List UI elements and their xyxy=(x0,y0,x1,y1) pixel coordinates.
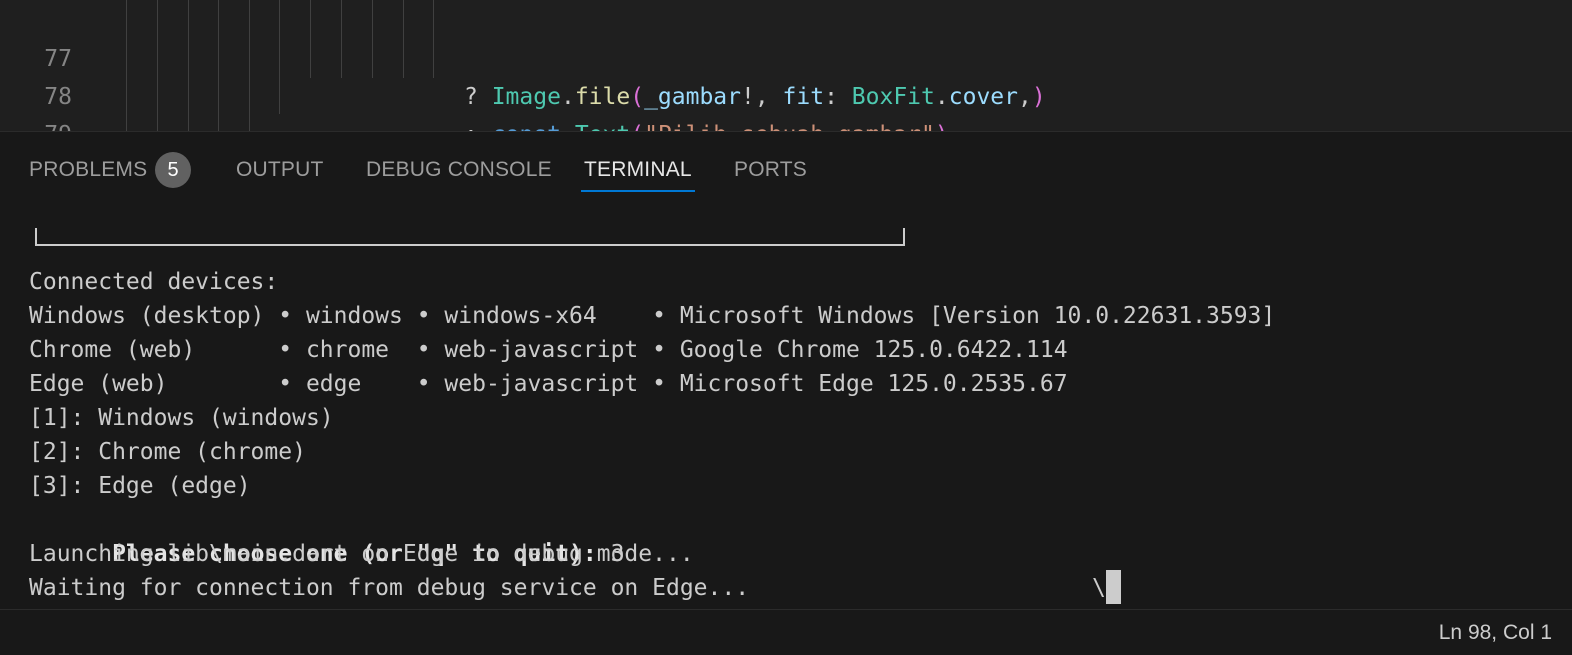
code-token: fit xyxy=(782,84,825,110)
code-text: ? Image.file(_gambar!, fit: BoxFit.cover… xyxy=(464,78,1046,116)
indent-guide xyxy=(126,0,127,131)
cursor-position-indicator[interactable]: Ln 98, Col 1 xyxy=(1439,610,1552,655)
code-token: const xyxy=(492,122,561,131)
terminal-line: Edge (web) • edge • web-javascript • Mic… xyxy=(29,371,1068,397)
code-token: Text xyxy=(575,122,630,131)
terminal-line: Waiting for connection from debug servic… xyxy=(29,575,750,601)
code-editor[interactable]: 77 ? Image.file(_gambar!, fit: BoxFit.co… xyxy=(0,0,1572,131)
problems-count-badge: 5 xyxy=(155,152,191,188)
code-token: ( xyxy=(630,122,644,131)
terminal-line: Chrome (web) • chrome • web-javascript •… xyxy=(29,337,1068,363)
indent-guide xyxy=(279,0,280,114)
terminal-line: Windows (desktop) • windows • windows-x6… xyxy=(29,303,1276,329)
code-token: BoxFit xyxy=(851,84,935,110)
indent-guide xyxy=(341,0,342,78)
tab-terminal[interactable]: TERMINAL xyxy=(581,152,695,192)
status-bar: Ln 98, Col 1 xyxy=(0,609,1572,655)
tab-ports[interactable]: PORTS xyxy=(734,152,807,188)
active-tab-indicator xyxy=(581,190,695,192)
code-line: 77 ? Image.file(_gambar!, fit: BoxFit.co… xyxy=(0,2,1045,110)
code-token: : xyxy=(464,122,492,131)
code-token: file xyxy=(574,84,631,110)
terminal-line: Connected devices: xyxy=(29,269,279,295)
indent-guide xyxy=(188,0,189,131)
indent-guide xyxy=(218,0,219,131)
tab-label: TERMINAL xyxy=(584,158,692,181)
indent-guide xyxy=(403,0,404,78)
code-line: 80 ], // <Widget>[] xyxy=(0,116,55,131)
tab-output[interactable]: OUTPUT xyxy=(236,152,324,188)
indent-guide xyxy=(372,0,373,78)
spinner-glyph: \ xyxy=(1092,575,1106,601)
tab-debug-console[interactable]: DEBUG CONSOLE xyxy=(366,152,552,188)
code-token: . xyxy=(934,84,949,110)
indent-guide xyxy=(433,0,434,78)
indent-guide xyxy=(157,0,158,131)
terminal-line: [2]: Chrome (chrome) xyxy=(29,439,306,465)
indent-guide xyxy=(310,0,311,78)
code-token: cover xyxy=(948,84,1018,110)
tab-label: PROBLEMS xyxy=(29,158,148,181)
code-token: ( xyxy=(630,84,645,110)
code-token: , xyxy=(949,122,963,131)
tab-label: DEBUG CONSOLE xyxy=(366,158,552,181)
tab-label: OUTPUT xyxy=(236,158,324,181)
code-token: . xyxy=(560,84,575,110)
terminal-line: [1]: Windows (windows) xyxy=(29,405,334,431)
terminal-output[interactable]: Connected devices: Windows (desktop) • w… xyxy=(0,214,1572,610)
tab-label: PORTS xyxy=(734,158,807,181)
code-token: !, xyxy=(741,84,783,110)
code-line: 79 ) // Container xyxy=(0,78,72,131)
code-token: ) xyxy=(935,122,949,131)
code-token: ? xyxy=(464,84,492,110)
code-token: _gambar xyxy=(644,84,741,110)
terminal-line: [3]: Edge (edge) xyxy=(29,473,251,499)
terminal-cursor xyxy=(1106,570,1121,604)
box-border xyxy=(35,228,905,246)
panel-tab-bar: PROBLEMS 5 OUTPUT DEBUG CONSOLE TERMINAL… xyxy=(0,132,1572,206)
indent-guide xyxy=(249,0,250,131)
code-token: "Pilih sebuah gambar" xyxy=(644,122,935,131)
code-token: ) xyxy=(1031,84,1046,110)
code-token: : xyxy=(824,84,852,110)
terminal-line: Please choose one (or "q" to quit): 3 xyxy=(29,503,624,567)
code-line: 78 : const Text("Pilih sebuah gambar"), xyxy=(0,40,962,131)
terminal-line: Launching lib\main.dart on Edge in debug… xyxy=(29,541,694,567)
code-text: : const Text("Pilih sebuah gambar"), xyxy=(464,116,963,131)
code-token: , xyxy=(1018,84,1032,110)
code-token: Image xyxy=(491,84,561,110)
tab-problems[interactable]: PROBLEMS xyxy=(29,152,147,188)
bottom-panel: PROBLEMS 5 OUTPUT DEBUG CONSOLE TERMINAL… xyxy=(0,131,1572,610)
